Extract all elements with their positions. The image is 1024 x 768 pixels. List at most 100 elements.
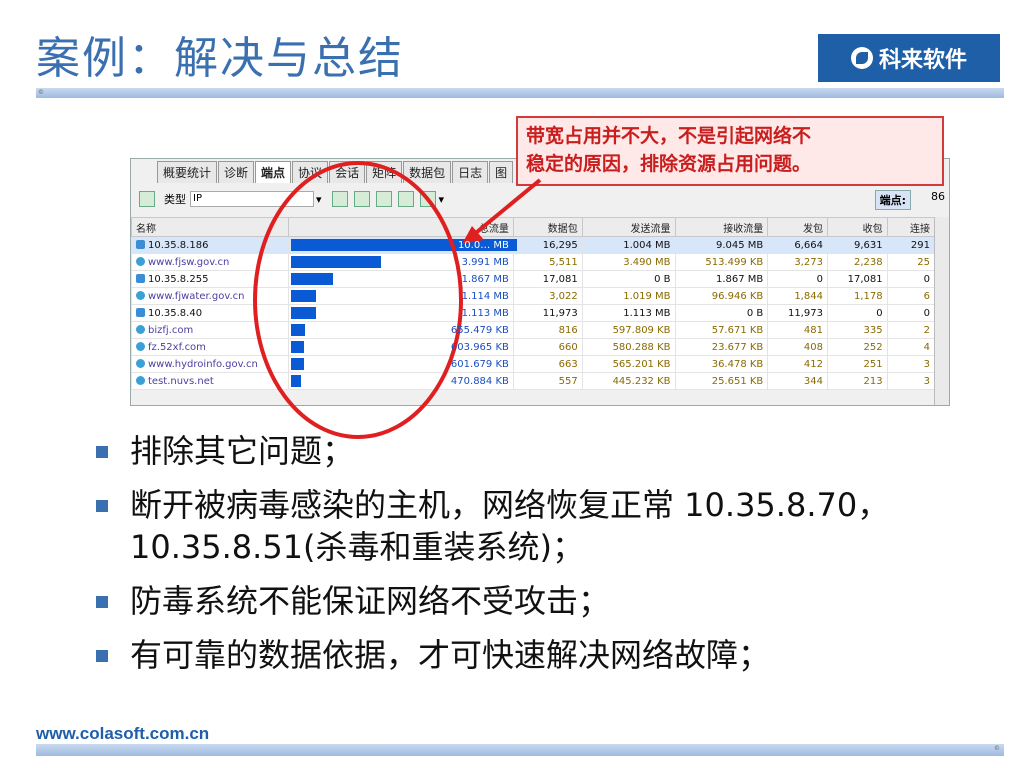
cell-sent: 1.004 MB <box>581 236 676 254</box>
web-icon <box>136 325 145 334</box>
vertical-scrollbar[interactable] <box>934 217 949 405</box>
web-icon <box>136 376 145 385</box>
cell-rxp: 251 <box>826 355 888 373</box>
cell-conn: 291 <box>886 236 936 254</box>
cell-sent: 445.232 KB <box>581 372 676 390</box>
column-header-4[interactable]: 接收流量 <box>674 217 769 237</box>
cell-txp: 0 <box>767 270 828 288</box>
total-traffic-value: 10.0… MB <box>457 239 509 251</box>
bullet-text: 有可靠的数据依据，才可快速解决网络故障； <box>130 636 771 674</box>
type-select[interactable]: IP <box>190 191 314 207</box>
host-icon <box>136 274 145 283</box>
table-row[interactable]: www.hydroinfo.gov.cn 601.679 KB 663 565.201… <box>131 355 936 373</box>
refresh-icon[interactable] <box>419 191 436 207</box>
bullet-item: 排除其它问题； <box>96 430 976 472</box>
cell-packets: 663 <box>512 355 583 373</box>
list-view-icon[interactable] <box>331 191 348 207</box>
endpoint-name-cell: 10.35.8.255 <box>131 270 289 288</box>
slide-title: 案例：解决与总结 <box>36 33 404 84</box>
traffic-bar <box>290 375 301 387</box>
tab-6[interactable]: 数据包 <box>403 161 452 183</box>
toolbar: 类型 IP ▾ ▾ <box>131 189 949 209</box>
total-traffic-cell: 1.867 MB <box>287 270 514 288</box>
endpoint-name: 10.35.8.186 <box>148 239 209 251</box>
cell-packets: 5,511 <box>512 253 583 271</box>
endpoint-name-cell: www.fjsw.gov.cn <box>131 253 289 271</box>
table-row[interactable]: www.fjsw.gov.cn 3.991 MB 5,511 3.490 MB 513.… <box>131 253 936 271</box>
chevron-down-icon[interactable]: ▾ <box>439 193 445 206</box>
logo-text: 科来软件 <box>878 48 967 73</box>
column-header-1[interactable]: 总流量 <box>287 217 514 237</box>
web-icon <box>136 291 145 300</box>
bullet-text: 断开被病毒感染的主机，网络恢复正常 10.35.8.70，10.35.8.51(… <box>130 486 890 566</box>
cell-conn: 25 <box>886 253 936 271</box>
cell-sent: 3.490 MB <box>581 253 676 271</box>
table-row[interactable]: 10.35.8.255 1.867 MB 17,081 0 B 1.867 MB 0 17,… <box>131 270 936 288</box>
column-header-5[interactable]: 发包 <box>767 217 828 237</box>
bullet-marker <box>96 596 108 608</box>
tab-2[interactable]: 端点 <box>255 161 292 183</box>
endpoint-name: 10.35.8.40 <box>148 307 203 319</box>
table-row[interactable]: test.nuvs.net 470.884 KB 557 445.232 KB 25.6… <box>131 372 936 390</box>
tab-0[interactable]: 概要统计 <box>157 161 218 183</box>
traffic-bar <box>290 324 305 336</box>
tab-1[interactable]: 诊断 <box>218 161 255 183</box>
cell-packets: 557 <box>512 372 583 390</box>
cell-conn: 6 <box>886 287 936 305</box>
column-header-7[interactable]: 连接 <box>886 217 936 237</box>
tab-4[interactable]: 会话 <box>329 161 366 183</box>
endpoint-name: bizfj.com <box>148 324 194 336</box>
cell-sent: 1.019 MB <box>581 287 676 305</box>
cell-recv: 57.671 KB <box>674 321 769 339</box>
top-divider: © <box>36 88 1004 98</box>
cell-recv: 23.677 KB <box>674 338 769 356</box>
annotation-callout: 带宽占用并不大，不是引起网络不 稳定的原因，排除资源占用问题。 <box>516 116 944 186</box>
table-row[interactable]: fz.52xf.com 603.965 KB 660 580.288 KB 23.677… <box>131 338 936 356</box>
total-traffic-value: 1.114 MB <box>461 290 509 302</box>
tab-5[interactable]: 矩阵 <box>366 161 403 183</box>
callout-line-2: 稳定的原因，排除资源占用问题。 <box>526 153 812 175</box>
web-icon <box>136 342 145 351</box>
chevron-down-icon[interactable]: ▾ <box>316 193 322 206</box>
cell-rxp: 1,178 <box>826 287 888 305</box>
table-row[interactable]: 10.35.8.186 10.0… MB 16,295 1.004 MB 9.045 M… <box>131 236 936 254</box>
total-traffic-value: 470.884 KB <box>450 375 509 387</box>
chart-icon[interactable] <box>397 191 414 207</box>
cell-conn: 3 <box>886 372 936 390</box>
table-row[interactable]: 10.35.8.40 1.113 MB 11,973 1.113 MB 0 B 11,97… <box>131 304 936 322</box>
endpoint-name-cell: 10.35.8.186 <box>131 236 289 254</box>
cell-sent: 565.201 KB <box>581 355 676 373</box>
cell-conn: 0 <box>886 304 936 322</box>
cell-conn: 0 <box>886 270 936 288</box>
column-header-6[interactable]: 收包 <box>826 217 888 237</box>
bullet-item: 有可靠的数据依据，才可快速解决网络故障； <box>96 634 976 676</box>
total-traffic-cell: 1.113 MB <box>287 304 514 322</box>
type-label: 类型 <box>164 193 186 206</box>
column-header-3[interactable]: 发送流量 <box>581 217 676 237</box>
footer-url[interactable]: www.colasoft.com.cn <box>36 724 209 744</box>
cell-txp: 344 <box>767 372 828 390</box>
column-header-2[interactable]: 数据包 <box>512 217 583 237</box>
endpoint-name: www.fjwater.gov.cn <box>148 290 245 302</box>
table-row[interactable]: www.fjwater.gov.cn 1.114 MB 3,022 1.019 MB 9… <box>131 287 936 305</box>
tab-3[interactable]: 协议 <box>292 161 329 183</box>
cell-txp: 481 <box>767 321 828 339</box>
column-header-0[interactable]: 名称 <box>131 217 289 237</box>
cell-packets: 3,022 <box>512 287 583 305</box>
filter-icon[interactable] <box>375 191 392 207</box>
cell-sent: 597.809 KB <box>581 321 676 339</box>
cell-conn: 2 <box>886 321 936 339</box>
cell-rxp: 252 <box>826 338 888 356</box>
cell-recv: 96.946 KB <box>674 287 769 305</box>
bullet-text: 防毒系统不能保证网络不受攻击； <box>130 582 611 620</box>
export-icon[interactable] <box>139 191 155 207</box>
tab-8[interactable]: 图 <box>489 161 514 183</box>
tab-strip: 概要统计 诊断 端点 协议 会话 矩阵 数据包 日志图 <box>131 161 514 183</box>
endpoint-name-cell: 10.35.8.40 <box>131 304 289 322</box>
table-row[interactable]: bizfj.com 655.479 KB 816 597.809 KB 57.671 K… <box>131 321 936 339</box>
total-traffic-value: 1.113 MB <box>461 307 509 319</box>
cell-rxp: 335 <box>826 321 888 339</box>
detail-view-icon[interactable] <box>353 191 370 207</box>
tab-7[interactable]: 日志 <box>452 161 489 183</box>
traffic-bar <box>290 290 316 302</box>
